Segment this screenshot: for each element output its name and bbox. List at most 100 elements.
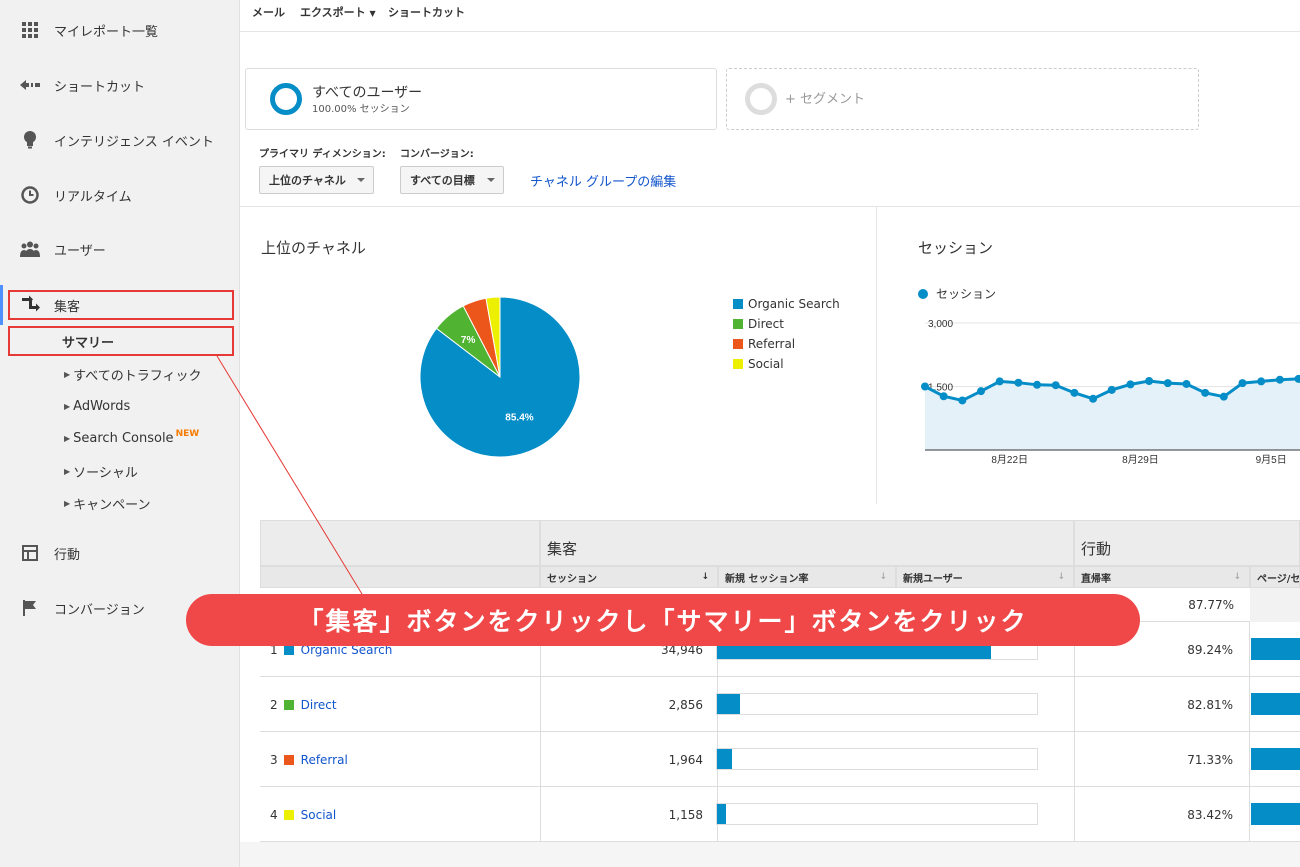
legend-swatch — [733, 319, 743, 329]
highlight-box-summary — [8, 326, 234, 356]
legend-swatch — [733, 299, 743, 309]
add-segment-button[interactable]: + セグメント — [726, 68, 1199, 130]
data-point[interactable] — [1163, 379, 1172, 388]
data-point[interactable] — [1275, 375, 1284, 384]
channel-link[interactable]: Referral — [301, 753, 348, 767]
table-col-sessions[interactable]: セッション ↓ — [540, 566, 718, 588]
channel-swatch — [283, 754, 294, 765]
data-point[interactable] — [939, 392, 948, 401]
x-tick-label: 8月29日 — [1122, 454, 1159, 466]
sidebar-subitem-all-traffic[interactable]: ▶ すべてのトラフィック — [64, 364, 201, 384]
x-tick-label: 9月5日 — [1256, 454, 1287, 466]
sidebar-subitem-social[interactable]: ▶ ソーシャル — [64, 461, 138, 481]
channel-link[interactable]: Direct — [301, 698, 337, 712]
sidebar-subitem-search-console[interactable]: ▶ Search Console NEW — [64, 428, 199, 448]
table-group-acquisition: 集客 — [540, 520, 1074, 566]
sidebar-item-label: コンバージョン — [54, 602, 145, 618]
line-legend: セッション — [918, 285, 996, 302]
segment-ring-icon — [270, 83, 302, 115]
expand-triangle-icon: ▶ — [64, 433, 71, 443]
sidebar-item-my-reports[interactable]: マイレポート一覧 — [0, 10, 240, 50]
data-point[interactable] — [1107, 385, 1116, 394]
expand-triangle-icon: ▶ — [64, 498, 71, 508]
data-point[interactable] — [958, 396, 967, 405]
sidebar-subitem-adwords[interactable]: ▶ AdWords — [64, 396, 130, 416]
y-tick-label: 3,000 — [928, 319, 953, 330]
data-point[interactable] — [1145, 376, 1154, 385]
data-point[interactable] — [1051, 381, 1060, 390]
table-col-blank — [260, 566, 540, 588]
channel-link[interactable]: Social — [301, 808, 337, 822]
shortcut-arrow-icon — [20, 75, 40, 95]
row-rank: 3 — [270, 752, 278, 767]
x-tick-label: 8月22日 — [991, 454, 1028, 466]
table-col-new-users[interactable]: 新規ユーザー ↓ — [896, 566, 1074, 588]
new-session-bar-track — [716, 748, 1038, 770]
sidebar-item-users[interactable]: ユーザー — [0, 229, 240, 269]
data-point[interactable] — [1219, 392, 1228, 401]
channel-swatch — [283, 699, 294, 710]
sidebar-item-shortcuts[interactable]: ショートカット — [0, 65, 240, 105]
sidebar-item-label: 行動 — [54, 547, 81, 563]
channel-cell: 4 Social — [270, 787, 540, 842]
data-point[interactable] — [921, 382, 929, 391]
pie-legend-item: Social — [733, 357, 784, 371]
bounce-rate-cell: 82.81% — [1074, 677, 1250, 732]
new-badge: NEW — [175, 429, 200, 439]
data-point[interactable] — [1033, 380, 1042, 389]
conversion-select[interactable]: すべての目標 — [400, 166, 504, 194]
table-col-bounce-rate[interactable]: 直帰率 ↓ — [1074, 566, 1250, 588]
report-toolbar: メール エクスポート ▼ ショートカット — [240, 0, 1300, 32]
table-header-blank — [260, 520, 540, 566]
line-chart-title: セッション — [918, 239, 994, 257]
data-point[interactable] — [1238, 379, 1247, 388]
sidebar-item-behavior[interactable]: 行動 — [0, 533, 240, 573]
primary-dimension-label: プライマリ ディメンション: — [259, 149, 386, 160]
main-content: メール エクスポート ▼ ショートカット すべてのユーザー 100.00% セッ… — [240, 0, 1300, 867]
sidebar-subitem-campaigns[interactable]: ▶ キャンペーン — [64, 493, 151, 513]
chevron-down-icon: ▼ — [369, 9, 376, 18]
data-point[interactable] — [1201, 388, 1210, 397]
table-col-pages-per-session[interactable]: ページ/セ — [1250, 566, 1300, 588]
sidebar-item-label: マイレポート一覧 — [54, 24, 159, 40]
sessions-cell: 2,856 — [540, 677, 718, 732]
segment-subtitle: 100.00% セッション — [312, 104, 410, 115]
sidebar-item-realtime[interactable]: リアルタイム — [0, 175, 240, 215]
sessions-cell: 1,158 — [540, 787, 718, 842]
pie-legend-item: Referral — [733, 337, 795, 351]
data-point[interactable] — [1070, 388, 1079, 397]
pie-slice-label: 85.4% — [505, 412, 533, 423]
line-chart-panel: セッション セッション 3,000 1,500 8月22日 8月29日 9月5日 — [877, 206, 1300, 504]
pie-legend-item: Organic Search — [733, 297, 840, 311]
new-session-bar — [717, 694, 740, 714]
pages-per-session-bar — [1251, 803, 1300, 825]
table-row: 4 Social 1,158 83.42% — [260, 787, 1300, 842]
pie-chart: 85.4% 7% — [419, 296, 581, 458]
data-point[interactable] — [1257, 377, 1266, 386]
pie-chart-panel: 上位のチャネル 85.4% 7% Organic Search Direct Refe… — [240, 206, 877, 504]
data-point[interactable] — [1126, 380, 1135, 389]
pages-per-session-bar — [1251, 693, 1300, 715]
data-point[interactable] — [1089, 394, 1098, 403]
primary-dimension-select[interactable]: 上位のチャネル — [259, 166, 374, 194]
export-button[interactable]: エクスポート ▼ — [300, 4, 376, 20]
clock-icon — [20, 185, 40, 205]
edit-channel-group-link[interactable]: チャネル グループの編集 — [530, 171, 676, 190]
new-session-bar-track — [716, 693, 1038, 715]
pie-slice-label: 7% — [461, 335, 476, 346]
data-point[interactable] — [995, 377, 1004, 386]
channel-cell: 3 Referral — [270, 732, 540, 787]
shortcut-button[interactable]: ショートカット — [388, 4, 465, 20]
table-group-behavior: 行動 — [1074, 520, 1300, 566]
table-col-new-session-rate[interactable]: 新規 セッション率 ↓ — [718, 566, 896, 588]
legend-label: Social — [748, 357, 784, 371]
data-point[interactable] — [1182, 379, 1191, 388]
sidebar-item-label: ユーザー — [54, 243, 106, 259]
data-point[interactable] — [1014, 378, 1023, 387]
segment-all-users[interactable]: すべてのユーザー 100.00% セッション — [245, 68, 717, 130]
sidebar-item-intelligence[interactable]: インテリジェンス イベント — [0, 120, 240, 160]
row-rank: 4 — [270, 807, 278, 822]
sort-arrow-icon: ↓ — [701, 572, 709, 582]
data-point[interactable] — [977, 387, 986, 396]
email-button[interactable]: メール — [252, 4, 285, 20]
